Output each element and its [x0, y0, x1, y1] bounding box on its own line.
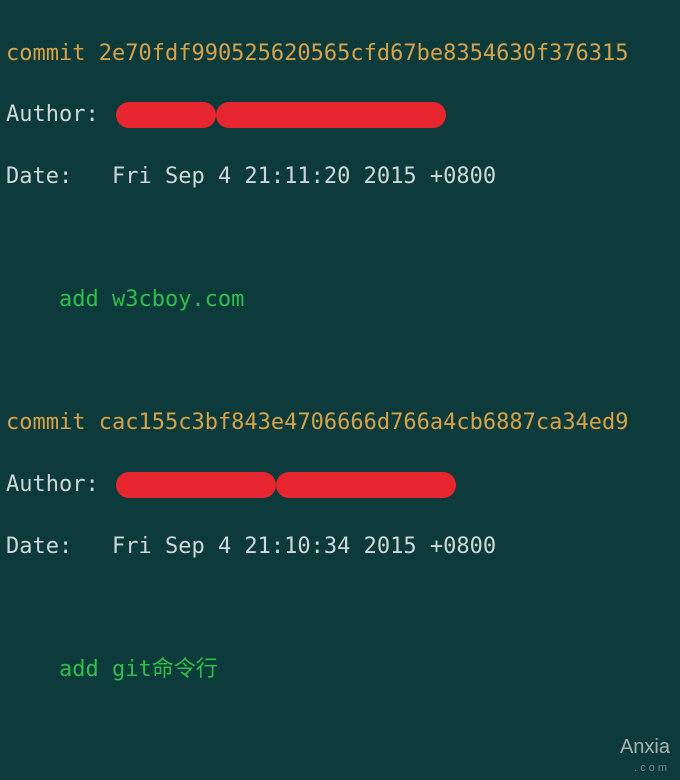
commit-label: commit — [6, 41, 85, 66]
date-value: Fri Sep 4 21:11:20 2015 +0800 — [112, 164, 496, 189]
commit-hash: cac155c3bf843e4706666d766a4cb6887ca34ed9 — [99, 410, 629, 435]
blank-line — [6, 347, 674, 378]
terminal-output: commit 2e70fdf990525620565cfd67be8354630… — [0, 0, 680, 780]
date-line: Date: Fri Sep 4 21:11:20 2015 +0800 — [6, 162, 674, 193]
redaction-bar — [216, 102, 446, 128]
commit-message: add w3cboy.com — [59, 287, 244, 312]
message-line: add git命令行 — [6, 655, 674, 686]
blank-line — [6, 224, 674, 255]
author-label: Author: — [6, 102, 99, 127]
commit-hash: 2e70fdf990525620565cfd67be8354630f376315 — [99, 41, 629, 66]
watermark-main: Anxia — [620, 736, 670, 758]
date-label: Date: — [6, 534, 72, 559]
blank-line — [6, 593, 674, 624]
commit-line: commit 2e70fdf990525620565cfd67be8354630… — [6, 39, 674, 70]
redaction-bar — [116, 472, 276, 498]
message-line: add w3cboy.com — [6, 285, 674, 316]
date-value: Fri Sep 4 21:10:34 2015 +0800 — [112, 534, 496, 559]
redaction-bar — [276, 472, 456, 498]
date-label: Date: — [6, 164, 72, 189]
blank-line — [6, 716, 674, 747]
watermark: Anxia .com — [620, 738, 670, 774]
commit-line: commit cac155c3bf843e4706666d766a4cb6887… — [6, 408, 674, 439]
watermark-sub: .com — [634, 762, 670, 774]
commit-label: commit — [6, 410, 85, 435]
author-line: Author: — [6, 100, 674, 131]
author-line: Author: — [6, 470, 674, 501]
date-line: Date: Fri Sep 4 21:10:34 2015 +0800 — [6, 532, 674, 563]
redaction-bar — [116, 102, 216, 128]
author-label: Author: — [6, 472, 99, 497]
commit-message: add git命令行 — [59, 657, 218, 682]
